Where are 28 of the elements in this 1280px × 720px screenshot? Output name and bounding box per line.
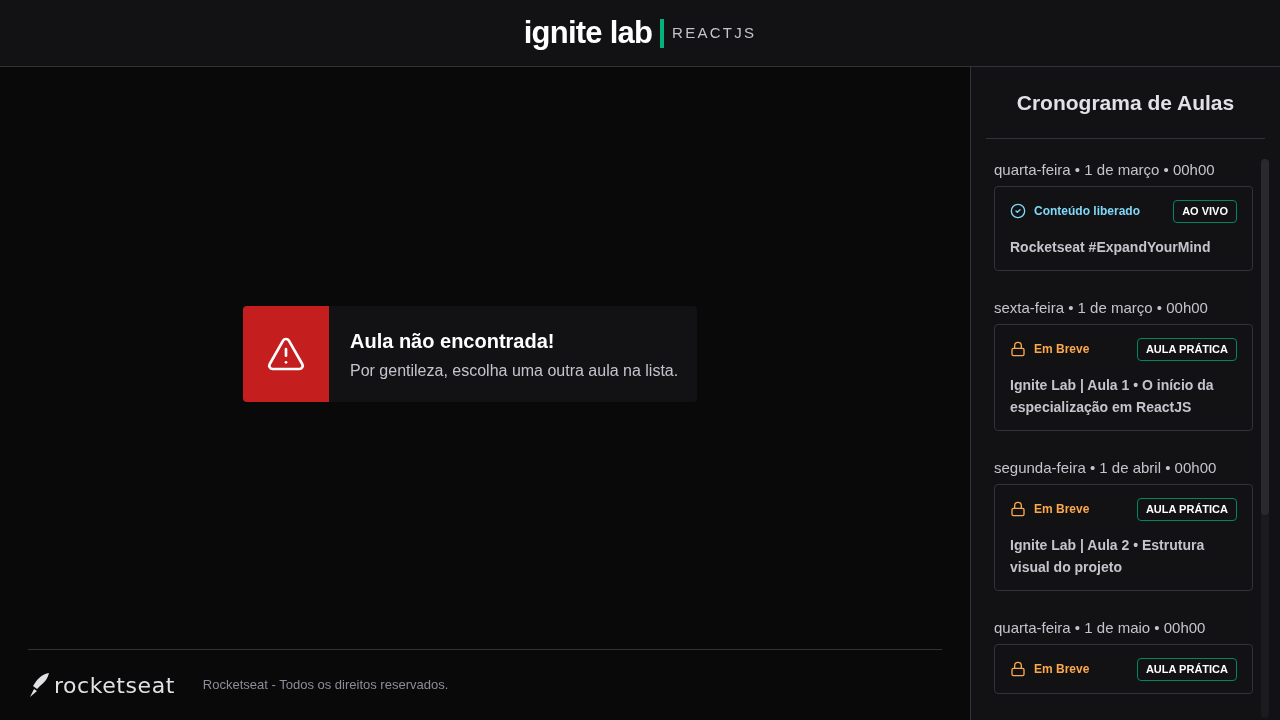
lesson-status: Em Breve	[1034, 341, 1090, 359]
lesson-date: quarta-feira • 1 de março • 00h00	[994, 159, 1216, 180]
lesson-type-tag: AULA PRÁTICA	[1136, 498, 1237, 521]
lesson-card[interactable]: Em Breve AULA PRÁTICA	[994, 644, 1253, 694]
lesson-status: Em Breve	[1034, 501, 1090, 519]
logo-subtitle: REACTJS	[672, 22, 757, 43]
lesson-type-tag: AULA PRÁTICA	[1136, 338, 1237, 361]
alert-title: Aula não encontrada!	[350, 328, 556, 354]
lesson-title: Ignite Lab | Aula 1 • O início da especialização em ReactJS	[1010, 375, 1215, 417]
lesson-card[interactable]: Em Breve AULA PRÁTICA Ignite Lab | Aula 1 • O início da especialização em ReactJS	[994, 324, 1253, 431]
logo-text: ignite lab	[523, 13, 653, 52]
alert-message: Por gentileza, escolha uma outra aula na lista.	[350, 360, 679, 381]
lesson-card[interactable]: Conteúdo liberado AO VIVO Rocketseat #ExpandYourMind	[994, 186, 1253, 271]
lesson-title: Ignite Lab | Aula 2 • Estrutura visual do projeto	[1010, 535, 1206, 577]
lesson-date: sexta-feira • 1 de março • 00h00	[994, 297, 1209, 318]
sidebar-title: Cronograma de Aulas	[986, 67, 1265, 139]
scrollbar-thumb[interactable]	[1261, 158, 1269, 515]
lesson-status: Conteúdo liberado	[1034, 203, 1140, 221]
lesson-type-tag: AULA PRÁTICA	[1136, 658, 1237, 681]
copyright-text: Rocketseat - Todos os direitos reservados.	[202, 676, 449, 695]
lesson-date: quarta-feira • 1 de maio • 00h00	[994, 617, 1207, 638]
rocket-icon	[28, 672, 50, 698]
lesson-status: Em Breve	[1034, 661, 1090, 679]
lesson-card[interactable]: Em Breve AULA PRÁTICA Ignite Lab | Aula 2 • Estrutura visual do projeto	[994, 484, 1253, 591]
brand-name: rocketseat	[54, 671, 175, 700]
lesson-type-tag: AO VIVO	[1173, 200, 1237, 223]
lesson-date: segunda-feira • 1 de abril • 00h00	[994, 457, 1218, 478]
lesson-title: Rocketseat #ExpandYourMind	[1010, 237, 1212, 257]
